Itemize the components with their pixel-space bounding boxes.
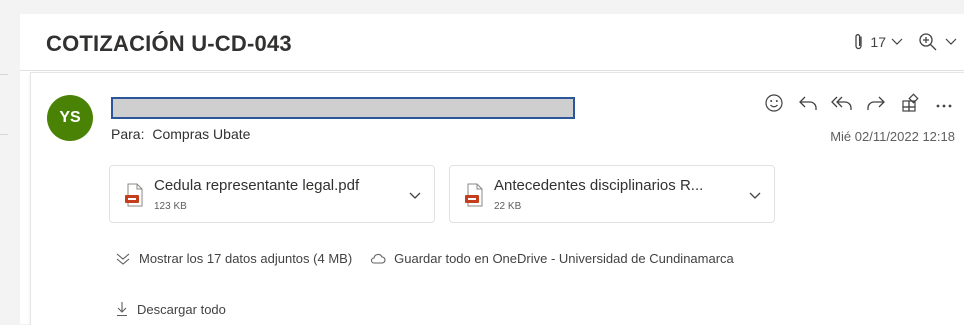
avatar[interactable]: YS [47,95,93,141]
pdf-file-icon [124,183,146,212]
reply-icon [798,94,818,117]
email-subject: COTIZACIÓN U-CD-043 [46,31,292,56]
attachment-actions-row: Mostrar los 17 datos adjuntos (4 MB) Gua… [115,251,734,266]
reply-button[interactable] [791,92,825,118]
message-actions [757,92,961,118]
forward-icon [866,94,886,117]
attachment-card[interactable]: Antecedentes disciplinarios R... 22 KB [449,165,775,223]
strip-divider [0,134,8,135]
more-button[interactable] [927,92,961,118]
strip-divider [0,74,8,75]
to-label: Para: [111,126,145,142]
reply-all-icon [831,94,853,117]
attachment-size: 22 KB [494,201,522,212]
attachment-name: Cedula representante legal.pdf [154,177,360,194]
left-strip [0,0,14,324]
subject-bar: COTIZACIÓN U-CD-043 17 [20,14,964,71]
reactions-button[interactable] [757,92,791,118]
chevron-down-icon [944,37,958,47]
chevron-down-icon[interactable] [748,188,762,206]
zoom-button[interactable] [918,32,958,52]
recipient-line: Para: Compras Ubate [111,126,250,142]
more-icon [934,96,954,114]
cloud-icon [370,253,394,265]
apps-button[interactable] [893,92,927,118]
paperclip-icon [852,33,866,51]
sender-name-redacted[interactable] [111,97,575,119]
save-to-onedrive-link[interactable]: Guardar todo en OneDrive - Universidad d… [394,251,734,266]
forward-button[interactable] [859,92,893,118]
zoom-in-icon [918,32,938,52]
attachment-name: Antecedentes disciplinarios R... [494,177,704,194]
show-all-attachments-link[interactable]: Mostrar los 17 datos adjuntos (4 MB) [139,251,352,266]
reply-all-button[interactable] [825,92,859,118]
download-all-link[interactable]: Descargar todo [137,302,226,317]
subject-tools: 17 [852,32,958,52]
apps-icon [900,92,920,118]
message-card: YS Para: Compras Ubate Mié 02/11/2022 12… [30,72,964,325]
chevron-down-icon[interactable] [408,188,422,206]
attachment-count: 17 [870,34,886,50]
pdf-file-icon [464,183,486,212]
sent-date: Mié 02/11/2022 12:18 [830,129,955,144]
double-chevron-down-icon [115,252,139,266]
chevron-down-icon [890,37,904,47]
attachment-size: 123 KB [154,201,187,212]
reading-pane: COTIZACIÓN U-CD-043 17 YS Para: Compras … [20,14,964,325]
download-all-row: Descargar todo [115,301,226,317]
recipient-name[interactable]: Compras Ubate [152,126,250,142]
download-icon [115,301,137,317]
attachment-card[interactable]: Cedula representante legal.pdf 123 KB [109,165,435,223]
attachment-count-button[interactable]: 17 [852,33,904,51]
smiley-icon [764,93,784,118]
